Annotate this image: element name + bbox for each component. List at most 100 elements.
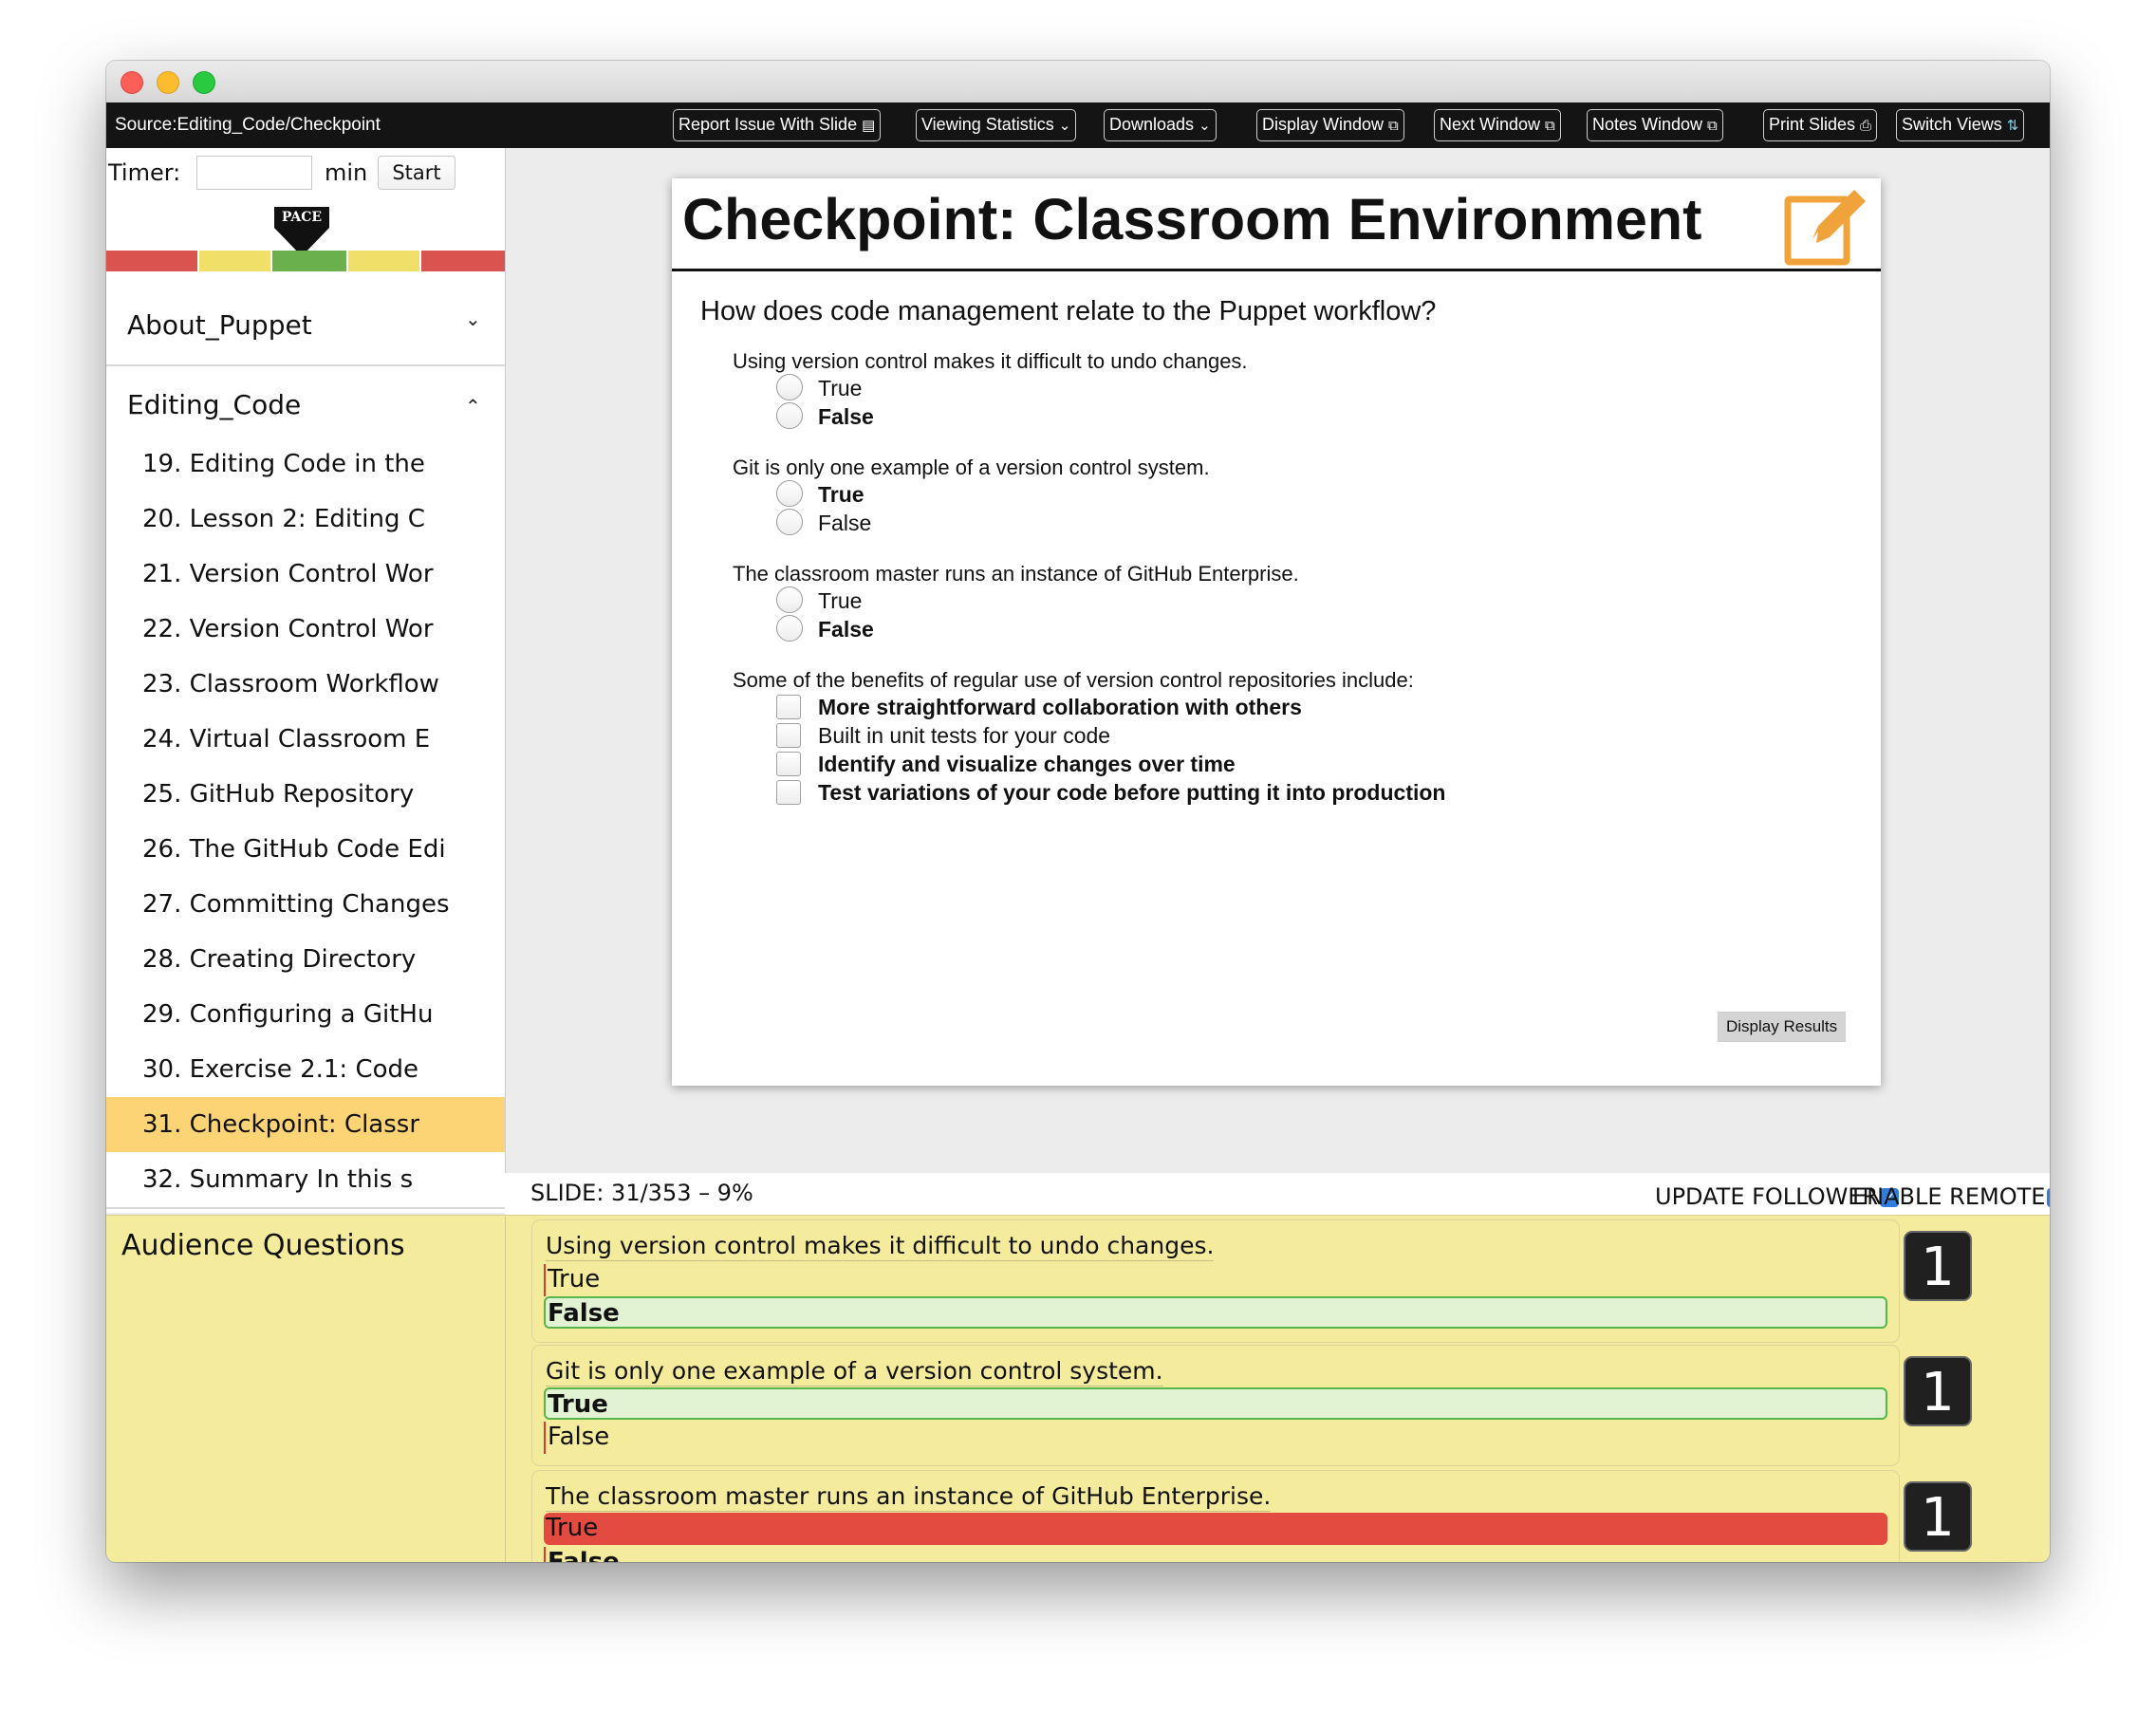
list-icon: ▤ [862, 118, 876, 134]
notes-window-label: Notes Window [1592, 115, 1703, 134]
update-follower-label: UPDATE FOLLOWER [1655, 1183, 1879, 1210]
close-window-button[interactable] [121, 71, 143, 94]
option-label: More straightforward collaboration with … [818, 695, 1302, 719]
slide-title: Checkpoint: Classroom Environment [682, 187, 1702, 251]
sidebar-divider [106, 1207, 505, 1209]
app-window: Source:Editing_Code/Checkpoint Report Is… [106, 61, 2050, 1562]
slide-list-item[interactable]: 28. Creating Directory [106, 932, 505, 987]
switch-views-button[interactable]: Switch Views ⇅ [1896, 109, 2025, 141]
option-label: Built in unit tests for your code [818, 723, 1111, 748]
radio-button[interactable] [776, 480, 803, 507]
option-label: True [818, 376, 863, 400]
report-issue-button[interactable]: Report Issue With Slide ▤ [673, 109, 882, 141]
slide-preview: Checkpoint: Classroom Environment How do… [672, 178, 1881, 1086]
slide-list-item[interactable]: 27. Committing Changes [106, 877, 505, 932]
audience-questions-title: Audience Questions [121, 1229, 405, 1262]
radio-button[interactable] [776, 615, 803, 642]
radio-button[interactable] [776, 586, 803, 613]
timer-label: Timer: [108, 159, 181, 186]
audience-questions-panel: Audience Questions Using version control… [106, 1215, 2050, 1562]
minimize-window-button[interactable] [157, 71, 179, 94]
quiz-question-2: Git is only one example of a version con… [733, 456, 1210, 479]
pace-segment-behind [199, 251, 272, 271]
slide-list-item[interactable]: 24. Virtual Classroom E [106, 712, 505, 767]
section-editing-code[interactable]: Editing_Code ⌃ [106, 366, 505, 435]
display-results-button[interactable]: Display Results [1718, 1012, 1847, 1042]
answer-option-correct: True [544, 1387, 1887, 1420]
response-count-badge: 1 [1904, 1481, 1972, 1552]
title-bar [106, 61, 2050, 103]
slide-counter: SLIDE: 31/353 – 9% [530, 1180, 753, 1206]
pace-segment-slow [106, 251, 199, 271]
checkbox-checked-icon[interactable]: ✓ [2047, 1188, 2050, 1207]
slide-list-item-active[interactable]: 31. Checkpoint: Classr [106, 1097, 505, 1152]
switch-views-label: Switch Views [1902, 115, 2002, 134]
enable-remote-toggle[interactable]: ENABLE REMOTE✓ [1852, 1183, 2050, 1210]
slide-list-item[interactable]: 23. Classroom Workflow [106, 657, 505, 712]
slide-list-item[interactable]: 29. Configuring a GitHu [106, 987, 505, 1042]
audience-question-text: The classroom master runs an instance of… [546, 1482, 1272, 1512]
print-slides-button[interactable]: Print Slides ⎙ [1763, 109, 1878, 141]
slide-list-item[interactable]: 22. Version Control Wor [106, 602, 505, 657]
option-label: False [818, 404, 874, 429]
next-window-button[interactable]: Next Window ⧉ [1434, 109, 1561, 141]
answer-option: True [544, 1264, 1887, 1296]
print-slides-label: Print Slides [1769, 115, 1856, 134]
audience-question-card: The classroom master runs an instance of… [531, 1470, 1900, 1562]
answer-option: False [544, 1422, 1887, 1454]
checkbox[interactable] [776, 752, 801, 776]
display-window-label: Display Window [1262, 115, 1385, 134]
slide-list-item[interactable]: 26. The GitHub Code Edi [106, 822, 505, 877]
slide-list-item[interactable]: 30. Exercise 2.1: Code [106, 1042, 505, 1097]
window-icon: ⧉ [1388, 118, 1399, 134]
slide-list-item[interactable]: 32. Summary In this s [106, 1152, 505, 1207]
toolbar: Source:Editing_Code/Checkpoint Report Is… [106, 102, 2050, 148]
answer-option-incorrect: True [544, 1513, 1887, 1545]
section-about-puppet[interactable]: About_Puppet ⌄ [106, 287, 505, 366]
section-title: About_Puppet [127, 309, 312, 341]
audience-question-text: Using version control makes it difficult… [546, 1232, 1215, 1261]
swap-icon: ⇅ [2006, 118, 2019, 134]
option-label: False [818, 617, 874, 642]
checkbox[interactable] [776, 695, 801, 719]
pace-segment-ahead [348, 251, 421, 271]
zoom-window-button[interactable] [193, 71, 215, 94]
slide-list-item[interactable]: 25. GitHub Repository [106, 767, 505, 822]
option-label: True [818, 588, 863, 613]
downloads-button[interactable]: Downloads ⌄ [1104, 109, 1217, 141]
title-divider [672, 269, 1881, 271]
slide-list-item[interactable]: 21. Version Control Wor [106, 547, 505, 602]
radio-button[interactable] [776, 374, 803, 400]
slide-list-item[interactable]: 19. Editing Code in the [106, 437, 505, 492]
audience-question-card: Using version control makes it difficult… [531, 1219, 1900, 1343]
window-icon: ⧉ [1707, 118, 1718, 134]
option-label: Identify and visualize changes over time [818, 752, 1236, 776]
checkbox[interactable] [776, 723, 801, 748]
pace-meter: PACE [106, 207, 505, 273]
timer-minutes-input[interactable] [196, 156, 312, 190]
display-window-button[interactable]: Display Window ⧉ [1256, 109, 1404, 141]
chevron-down-icon: ⌄ [1199, 118, 1211, 134]
window-icon: ⧉ [1545, 118, 1555, 134]
chevron-down-icon: ⌄ [1058, 118, 1071, 134]
pace-segment-on-pace [272, 251, 348, 271]
source-label: Source:Editing_Code/Checkpoint [115, 115, 381, 135]
slide-list-item[interactable]: 20. Lesson 2: Editing C [106, 492, 505, 547]
option-label: True [818, 482, 864, 507]
enable-remote-label: ENABLE REMOTE [1852, 1183, 2046, 1210]
timer-start-button[interactable]: Start [378, 156, 455, 190]
radio-button[interactable] [776, 402, 803, 429]
response-count-badge: 1 [1904, 1356, 1972, 1426]
viewing-statistics-label: Viewing Statistics [921, 115, 1054, 134]
viewing-statistics-button[interactable]: Viewing Statistics ⌄ [916, 109, 1077, 141]
answer-option-correct: False [544, 1547, 1887, 1562]
checkbox[interactable] [776, 780, 801, 805]
quiz-question-4: Some of the benefits of regular use of v… [733, 668, 1414, 692]
quiz-main-question: How does code management relate to the P… [700, 296, 1437, 326]
radio-button[interactable] [776, 509, 803, 535]
next-window-label: Next Window [1440, 115, 1541, 134]
section-title: Editing_Code [127, 389, 302, 420]
notes-window-button[interactable]: Notes Window ⧉ [1587, 109, 1723, 141]
chevron-up-icon: ⌃ [465, 395, 481, 418]
pace-segment-fast [421, 251, 505, 271]
